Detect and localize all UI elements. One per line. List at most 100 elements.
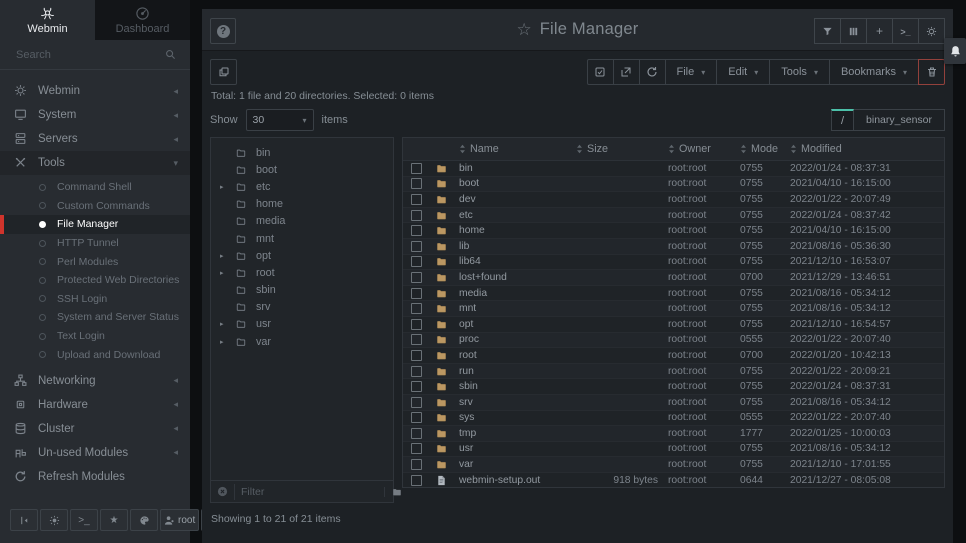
notifications-button[interactable] (944, 38, 966, 64)
select-all-button[interactable] (587, 59, 614, 85)
row-checkbox[interactable] (411, 366, 422, 377)
tree-item-boot[interactable]: boot (211, 161, 393, 178)
sidebar-item-tools[interactable]: Tools▾ (0, 151, 190, 175)
sidebar-item-protected-web-directories[interactable]: Protected Web Directories (0, 271, 190, 290)
terminal-button[interactable]: >_ (70, 509, 98, 531)
table-row[interactable]: procroot:root05552022/01/22 - 20:07:40 (403, 333, 944, 349)
sidebar-item-file-manager[interactable]: File Manager (0, 215, 190, 234)
table-row[interactable]: srvroot:root07552021/08/16 - 05:34:12 (403, 395, 944, 411)
table-row[interactable]: libroot:root07552021/08/16 - 05:36:30 (403, 239, 944, 255)
path-input[interactable]: binary_sensor (854, 109, 945, 131)
sidebar-item-cluster[interactable]: Cluster◂ (0, 417, 190, 441)
tree-item-usr[interactable]: ▸usr (211, 316, 393, 333)
column-name[interactable]: Name (459, 143, 576, 155)
row-checkbox[interactable] (411, 210, 422, 221)
row-checkbox[interactable] (411, 178, 422, 189)
sidebar-item-refresh-modules[interactable]: Refresh Modules (0, 465, 190, 489)
row-checkbox[interactable] (411, 459, 422, 470)
tree-item-root[interactable]: ▸root (211, 264, 393, 281)
sidebar-item-webmin[interactable]: Webmin◂ (0, 79, 190, 103)
column-mode[interactable]: Mode (740, 143, 790, 155)
sidebar-item-servers[interactable]: Servers◂ (0, 127, 190, 151)
filter-button[interactable] (814, 18, 841, 44)
menu-bookmarks[interactable]: Bookmarks▾ (829, 59, 919, 85)
row-checkbox[interactable] (411, 334, 422, 345)
sidebar-item-un-used-modules[interactable]: Un-used Modules◂ (0, 441, 190, 465)
tree-item-home[interactable]: home (211, 196, 393, 213)
export-button[interactable] (613, 59, 640, 85)
tree-item-opt[interactable]: ▸opt (211, 247, 393, 264)
items-per-page-select[interactable]: 30 ▾ (246, 109, 314, 131)
sidebar-item-perl-modules[interactable]: Perl Modules (0, 252, 190, 271)
palette-button[interactable] (130, 509, 158, 531)
tree-item-etc[interactable]: ▸etc (211, 178, 393, 195)
table-row[interactable]: lib64root:root07552021/12/10 - 16:53:07 (403, 255, 944, 271)
collapse-sidebar-button[interactable] (10, 509, 38, 531)
delete-button[interactable] (918, 59, 945, 85)
refresh-button[interactable] (639, 59, 666, 85)
row-checkbox[interactable] (411, 303, 422, 314)
table-row[interactable]: optroot:root07552021/12/10 - 16:54:57 (403, 317, 944, 333)
row-checkbox[interactable] (411, 350, 422, 361)
row-checkbox[interactable] (411, 319, 422, 330)
row-checkbox[interactable] (411, 428, 422, 439)
tree-item-bin[interactable]: bin (211, 144, 393, 161)
table-row[interactable]: binroot:root07552022/01/24 - 08:37:31 (403, 161, 944, 177)
row-checkbox[interactable] (411, 412, 422, 423)
sidebar-item-command-shell[interactable]: Command Shell (0, 178, 190, 197)
row-checkbox[interactable] (411, 381, 422, 392)
tree-item-sbin[interactable]: sbin (211, 282, 393, 299)
menu-file[interactable]: File▾ (665, 59, 718, 85)
row-checkbox[interactable] (411, 225, 422, 236)
row-checkbox[interactable] (411, 194, 422, 205)
tree-item-srv[interactable]: srv (211, 299, 393, 316)
star-icon[interactable]: ☆ (517, 20, 532, 40)
table-row[interactable]: webmin-setup.out918 bytesroot:root064420… (403, 473, 944, 488)
gear-button[interactable] (918, 18, 945, 44)
sidebar-item-text-login[interactable]: Text Login (0, 327, 190, 346)
help-button[interactable]: ? (210, 18, 236, 44)
row-checkbox[interactable] (411, 397, 422, 408)
row-checkbox[interactable] (411, 256, 422, 267)
search-input[interactable] (14, 48, 165, 62)
folder-icon[interactable] (384, 487, 403, 497)
row-checkbox[interactable] (411, 163, 422, 174)
table-row[interactable]: sysroot:root05552022/01/22 - 20:07:40 (403, 411, 944, 427)
table-row[interactable]: mntroot:root07552021/08/16 - 05:34:12 (403, 301, 944, 317)
table-row[interactable]: bootroot:root07552021/04/10 - 16:15:00 (403, 177, 944, 193)
sidebar-item-networking[interactable]: Networking◂ (0, 369, 190, 393)
row-checkbox[interactable] (411, 272, 422, 283)
tab-webmin[interactable]: Webmin (0, 0, 95, 40)
sidebar-item-custom-commands[interactable]: Custom Commands (0, 197, 190, 216)
column-owner[interactable]: Owner (668, 143, 740, 155)
expand-arrow-icon[interactable]: ▸ (220, 269, 235, 277)
row-checkbox[interactable] (411, 288, 422, 299)
sidebar-item-http-tunnel[interactable]: HTTP Tunnel (0, 234, 190, 253)
sidebar-item-upload-and-download[interactable]: Upload and Download (0, 345, 190, 364)
tree-item-media[interactable]: media (211, 213, 393, 230)
sidebar-item-hardware[interactable]: Hardware◂ (0, 393, 190, 417)
row-checkbox[interactable] (411, 443, 422, 454)
expand-arrow-icon[interactable]: ▸ (220, 252, 235, 260)
tab-dashboard[interactable]: Dashboard (95, 0, 190, 40)
table-row[interactable]: runroot:root07552022/01/22 - 20:09:21 (403, 364, 944, 380)
breadcrumb-root-button[interactable]: / (831, 109, 854, 131)
tree-filter-input[interactable] (234, 484, 378, 500)
table-row[interactable]: usrroot:root07552021/08/16 - 05:34:12 (403, 442, 944, 458)
table-row[interactable]: etcroot:root07552022/01/24 - 08:37:42 (403, 208, 944, 224)
table-row[interactable]: rootroot:root07002022/01/20 - 10:42:13 (403, 348, 944, 364)
row-checkbox[interactable] (411, 241, 422, 252)
table-row[interactable]: varroot:root07552021/12/10 - 17:01:55 (403, 457, 944, 473)
plus-button[interactable]: + (866, 18, 893, 44)
user-button[interactable]: root (160, 509, 199, 531)
sidebar-item-ssh-login[interactable]: SSH Login (0, 290, 190, 309)
sidebar-item-system[interactable]: System◂ (0, 103, 190, 127)
theme-sun-button[interactable] (40, 509, 68, 531)
expand-arrow-icon[interactable]: ▸ (220, 320, 235, 328)
expand-arrow-icon[interactable]: ▸ (220, 338, 235, 346)
tree-item-mnt[interactable]: mnt (211, 230, 393, 247)
menu-tools[interactable]: Tools▾ (769, 59, 830, 85)
table-row[interactable]: devroot:root07552022/01/22 - 20:07:49 (403, 192, 944, 208)
clear-filter-icon[interactable] (217, 486, 228, 497)
favorites-star-button[interactable]: ★ (100, 509, 128, 531)
